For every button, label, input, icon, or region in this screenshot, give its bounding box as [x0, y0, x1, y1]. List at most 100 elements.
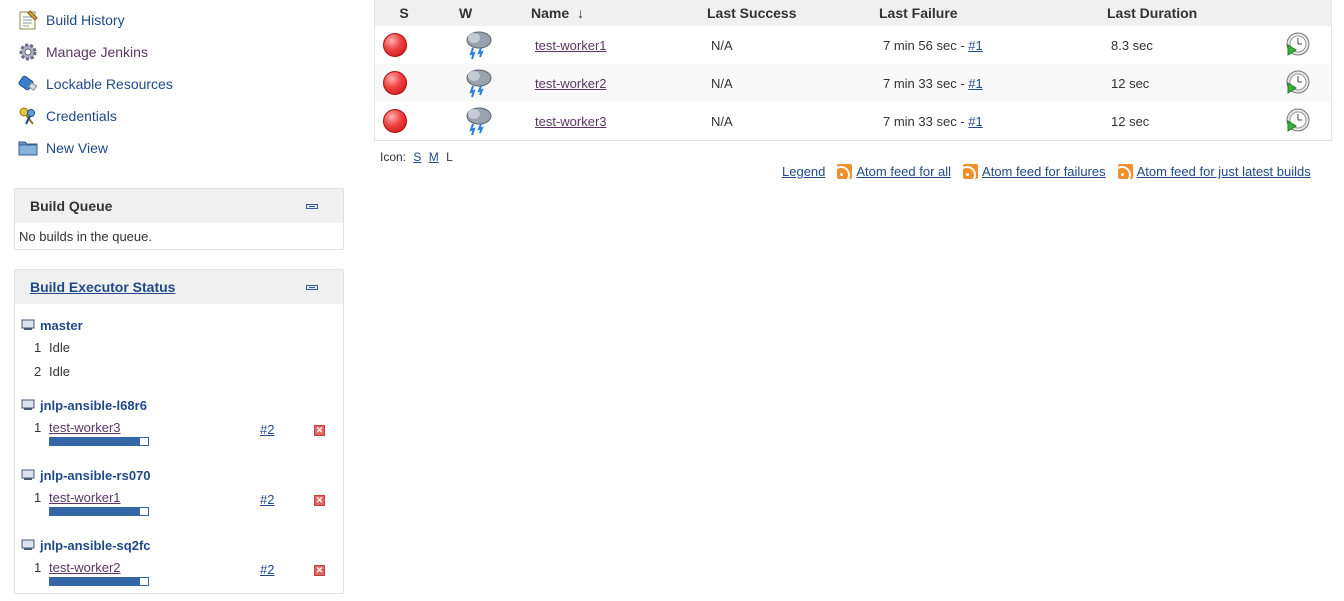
job-link[interactable]: test-worker3: [535, 114, 607, 129]
job-link[interactable]: test-worker2: [535, 76, 607, 91]
icon-size-small[interactable]: S: [413, 150, 421, 164]
last-failure-cell: 7 min 56 sec - #1: [879, 26, 1107, 64]
stop-build-icon[interactable]: ✕: [314, 565, 325, 576]
thunderstorm-icon[interactable]: [463, 28, 495, 60]
node-jnlp-ansible-l68r6[interactable]: jnlp-ansible-l68r6: [15, 394, 343, 416]
task-label[interactable]: Credentials: [46, 108, 117, 124]
executor-status-pane: Build Executor Status master 1 Idle 2 Id…: [14, 269, 344, 594]
executor-row: 1 test-worker2 #2 ✕: [15, 560, 343, 590]
feed-all[interactable]: Atom feed for all: [837, 164, 951, 179]
task-manage-jenkins[interactable]: Manage Jenkins: [14, 36, 344, 68]
feed-all-link[interactable]: Atom feed for all: [856, 164, 951, 179]
feed-latest[interactable]: Atom feed for just latest builds: [1117, 164, 1311, 179]
column-last-failure[interactable]: Last Failure: [879, 0, 1107, 26]
build-queue-header: Build Queue: [15, 189, 343, 223]
feed-failures[interactable]: Atom feed for failures: [963, 164, 1106, 179]
last-duration-cell: 12 sec: [1107, 64, 1285, 102]
failed-status-ball-icon[interactable]: [383, 71, 407, 95]
executor-build-link[interactable]: #2: [260, 562, 274, 577]
feed-failures-link[interactable]: Atom feed for failures: [982, 164, 1106, 179]
name-cell: test-worker1: [531, 26, 707, 64]
executor-number: 1: [34, 340, 42, 355]
projects-table: S W Name ↓ Last Success Last Failure Las…: [374, 0, 1332, 141]
footer-links: Legend Atom feed for all Atom feed for f…: [782, 164, 1311, 179]
failed-status-ball-icon[interactable]: [383, 33, 407, 57]
task-credentials[interactable]: Credentials: [14, 100, 344, 132]
task-label[interactable]: New View: [46, 140, 108, 156]
column-last-duration[interactable]: Last Duration: [1107, 0, 1285, 26]
sort-arrow-icon: ↓: [577, 5, 585, 21]
executor-job-link[interactable]: test-worker3: [49, 420, 149, 435]
task-build-history[interactable]: Build History: [14, 4, 344, 36]
schedule-build-icon[interactable]: [1285, 69, 1311, 95]
status-cell: [375, 26, 460, 64]
last-failure-time: 7 min 33 sec -: [883, 75, 969, 91]
failure-build-link[interactable]: #1: [968, 76, 982, 91]
node-master[interactable]: master: [15, 314, 343, 336]
icon-size-medium[interactable]: M: [429, 150, 439, 164]
last-failure-time: 7 min 33 sec -: [883, 113, 969, 129]
failure-build-link[interactable]: #1: [968, 114, 982, 129]
computer-icon: [21, 399, 35, 410]
column-status[interactable]: S: [374, 0, 459, 26]
executor-row: 1 test-worker3 #2 ✕: [15, 420, 343, 462]
executor-row: 1 Idle: [15, 340, 343, 364]
column-name-label[interactable]: Name: [531, 5, 569, 21]
node-name[interactable]: master: [40, 318, 83, 333]
node-name[interactable]: jnlp-ansible-l68r6: [40, 398, 147, 413]
collapse-icon[interactable]: [306, 203, 318, 209]
node-name[interactable]: jnlp-ansible-rs070: [40, 468, 151, 483]
rss-icon: [837, 164, 853, 179]
executor-build-link[interactable]: #2: [260, 422, 274, 437]
executor-row: 1 test-worker1 #2 ✕: [15, 490, 343, 532]
stop-build-icon[interactable]: ✕: [314, 425, 325, 436]
table-row: test-worker1 N/A 7 min 56 sec - #1 8.3 s…: [375, 26, 1332, 64]
build-progress-fill: [50, 508, 141, 515]
last-success-cell: N/A: [711, 37, 733, 53]
task-new-view[interactable]: New View: [14, 132, 344, 164]
weather-cell: [459, 26, 531, 64]
executor-build-link[interactable]: #2: [260, 492, 274, 507]
executor-list: master 1 Idle 2 Idle jnlp-ansible-l68r6 …: [15, 304, 343, 590]
task-label[interactable]: Lockable Resources: [46, 76, 173, 92]
thunderstorm-icon[interactable]: [463, 66, 495, 98]
executor-number: 1: [34, 420, 42, 435]
node-jnlp-ansible-sq2fc[interactable]: jnlp-ansible-sq2fc: [15, 534, 343, 556]
executor-job-link[interactable]: test-worker2: [49, 560, 149, 575]
executor-job-link[interactable]: test-worker1: [49, 490, 149, 505]
failed-status-ball-icon[interactable]: [383, 109, 407, 133]
node-name[interactable]: jnlp-ansible-sq2fc: [40, 538, 151, 553]
build-progress-bar[interactable]: [49, 577, 149, 586]
column-last-success[interactable]: Last Success: [707, 0, 879, 26]
feed-latest-link[interactable]: Atom feed for just latest builds: [1137, 164, 1311, 179]
schedule-build-icon[interactable]: [1285, 31, 1311, 57]
schedule-build-icon[interactable]: [1285, 107, 1311, 133]
legend-link[interactable]: Legend: [782, 164, 825, 179]
build-progress-bar[interactable]: [49, 507, 149, 516]
status-cell: [374, 64, 459, 102]
executor-state: Idle: [49, 364, 70, 379]
task-lockable-resources[interactable]: Lockable Resources: [14, 68, 344, 100]
column-name[interactable]: Name ↓: [531, 0, 707, 26]
name-cell: test-worker2: [531, 64, 707, 102]
column-weather[interactable]: W: [459, 0, 531, 26]
task-label[interactable]: Manage Jenkins: [46, 44, 148, 60]
job-link[interactable]: test-worker1: [535, 38, 607, 53]
folder-icon: [16, 136, 40, 160]
build-progress-bar[interactable]: [49, 437, 149, 446]
actions-cell: [1285, 64, 1332, 102]
executor-job: test-worker3: [49, 420, 149, 446]
failure-build-link[interactable]: #1: [968, 38, 982, 53]
task-label[interactable]: Build History: [46, 12, 125, 28]
node-jnlp-ansible-rs070[interactable]: jnlp-ansible-rs070: [15, 464, 343, 486]
thunderstorm-icon[interactable]: [463, 104, 495, 136]
computer-icon: [21, 539, 35, 550]
column-weather-label[interactable]: W: [459, 5, 472, 21]
collapse-icon[interactable]: [306, 284, 318, 290]
computer-icon: [21, 469, 35, 480]
rss-icon: [963, 164, 979, 179]
build-queue-title: Build Queue: [30, 198, 113, 214]
build-queue-pane: Build Queue No builds in the queue.: [14, 188, 344, 250]
stop-build-icon[interactable]: ✕: [314, 495, 325, 506]
executor-status-title[interactable]: Build Executor Status: [30, 279, 175, 295]
